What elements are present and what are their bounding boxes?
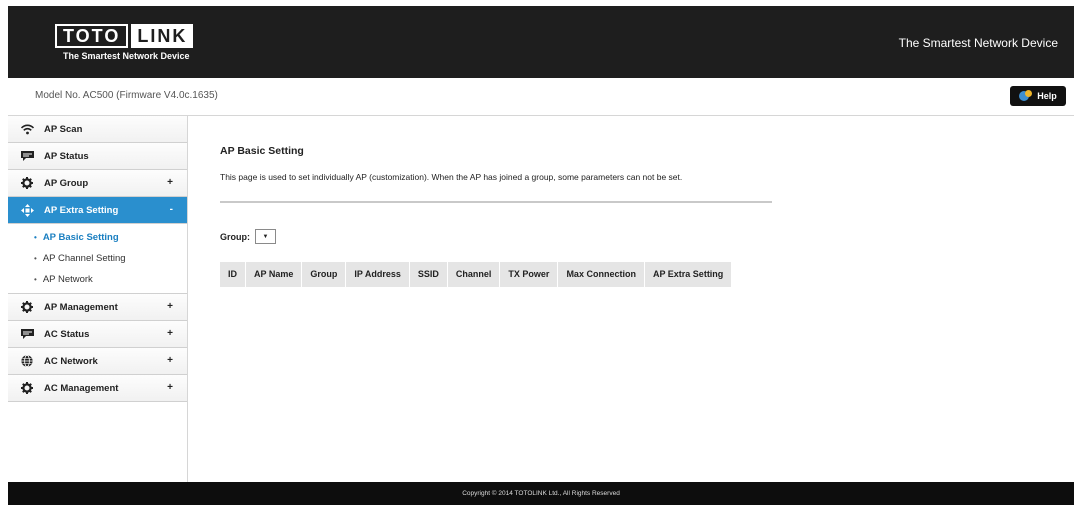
- column-header-tx-power: TX Power: [500, 262, 559, 287]
- logo-tagline: The Smartest Network Device: [63, 51, 190, 61]
- submenu-item-label: AP Network: [42, 274, 93, 285]
- column-header-ap-name: AP Name: [246, 262, 303, 287]
- header-slogan: The Smartest Network Device: [898, 36, 1058, 50]
- column-header-id: ID: [220, 262, 246, 287]
- column-header-ip-address: IP Address: [346, 262, 410, 287]
- expand-toggle[interactable]: +: [167, 328, 173, 339]
- sidebar-item-ac-management[interactable]: AC Management +: [8, 375, 187, 402]
- model-info: Model No. AC500 (Firmware V4.0c.1635): [35, 90, 218, 101]
- expand-toggle[interactable]: +: [167, 301, 173, 312]
- main-content: AP Basic Setting This page is used to se…: [219, 116, 1059, 482]
- collapse-toggle[interactable]: -: [170, 204, 173, 215]
- help-label: Help: [1037, 91, 1057, 101]
- group-filter: Group: ▼: [220, 229, 276, 244]
- sidebar-submenu: • AP Basic Setting • AP Channel Setting …: [8, 224, 187, 294]
- expand-toggle[interactable]: +: [167, 355, 173, 366]
- sidebar-item-ac-status[interactable]: AC Status +: [8, 321, 187, 348]
- sidebar-item-ap-scan[interactable]: AP Scan: [8, 116, 187, 143]
- column-header-max-connection: Max Connection: [558, 262, 645, 287]
- expand-toggle[interactable]: +: [167, 382, 173, 393]
- sidebar-item-label: AP Extra Setting: [44, 204, 119, 216]
- bullet-icon: •: [34, 254, 37, 263]
- app-frame: TOTO LINK The Smartest Network Device Th…: [8, 6, 1074, 505]
- bullet-icon: •: [34, 275, 37, 284]
- submenu-item-label: AP Channel Setting: [42, 253, 126, 264]
- column-header-group: Group: [302, 262, 347, 287]
- totolink-logo[interactable]: TOTO LINK The Smartest Network Device: [55, 24, 207, 64]
- column-header-ssid: SSID: [409, 262, 448, 287]
- sidebar-item-label: AP Scan: [44, 123, 83, 135]
- arrows-icon: [20, 203, 34, 217]
- sidebar-item-label: AC Management: [44, 382, 119, 394]
- divider: [220, 201, 772, 203]
- sidebar-item-ap-extra-setting[interactable]: AP Extra Setting -: [8, 197, 187, 224]
- column-header-channel: Channel: [447, 262, 501, 287]
- chat-icon: [20, 327, 34, 341]
- group-select[interactable]: ▼: [255, 229, 276, 244]
- sidebar-item-ap-management[interactable]: AP Management +: [8, 294, 187, 321]
- chat-icon: [20, 149, 34, 163]
- submenu-item-ap-basic-setting[interactable]: • AP Basic Setting: [8, 227, 187, 248]
- wifi-icon: [20, 122, 34, 136]
- submenu-item-ap-network[interactable]: • AP Network: [8, 269, 187, 290]
- group-label: Group:: [220, 231, 250, 242]
- logo-part-link: LINK: [131, 24, 194, 48]
- sidebar-item-label: AC Network: [44, 355, 98, 367]
- sidebar-item-ap-status[interactable]: AP Status: [8, 143, 187, 170]
- chevron-down-icon: ▼: [262, 233, 269, 240]
- logo-wordmark: TOTO LINK: [55, 24, 207, 48]
- header: TOTO LINK The Smartest Network Device Th…: [8, 6, 1074, 78]
- submenu-item-label: AP Basic Setting: [42, 232, 119, 243]
- help-button[interactable]: Help: [1010, 86, 1066, 106]
- sidebar-item-label: AC Status: [44, 328, 90, 340]
- page-title: AP Basic Setting: [220, 145, 304, 157]
- sidebar-menu: AP Scan AP Status AP Group + AP Extra Se…: [8, 116, 188, 482]
- ap-table-header: ID AP Name Group IP Address SSID Channel…: [220, 262, 733, 287]
- model-bar: Model No. AC500 (Firmware V4.0c.1635) He…: [8, 78, 1074, 116]
- sidebar-item-label: AP Status: [44, 150, 89, 162]
- bullet-icon: •: [34, 233, 37, 242]
- expand-toggle[interactable]: +: [167, 177, 173, 188]
- sidebar-item-ac-network[interactable]: AC Network +: [8, 348, 187, 375]
- logo-part-toto: TOTO: [55, 24, 129, 48]
- sidebar-item-label: AP Group: [44, 177, 89, 189]
- help-icon: [1019, 90, 1033, 102]
- page-description: This page is used to set individually AP…: [220, 172, 683, 182]
- gear-icon: [20, 176, 34, 190]
- sidebar-item-label: AP Management: [44, 301, 118, 313]
- globe-icon: [20, 354, 34, 368]
- submenu-item-ap-channel-setting[interactable]: • AP Channel Setting: [8, 248, 187, 269]
- gear-icon: [20, 381, 34, 395]
- sidebar-item-ap-group[interactable]: AP Group +: [8, 170, 187, 197]
- column-header-ap-extra-setting: AP Extra Setting: [644, 262, 733, 287]
- footer-copyright: Copyright © 2014 TOTOLINK Ltd., All Righ…: [8, 482, 1074, 505]
- gear-icon: [20, 300, 34, 314]
